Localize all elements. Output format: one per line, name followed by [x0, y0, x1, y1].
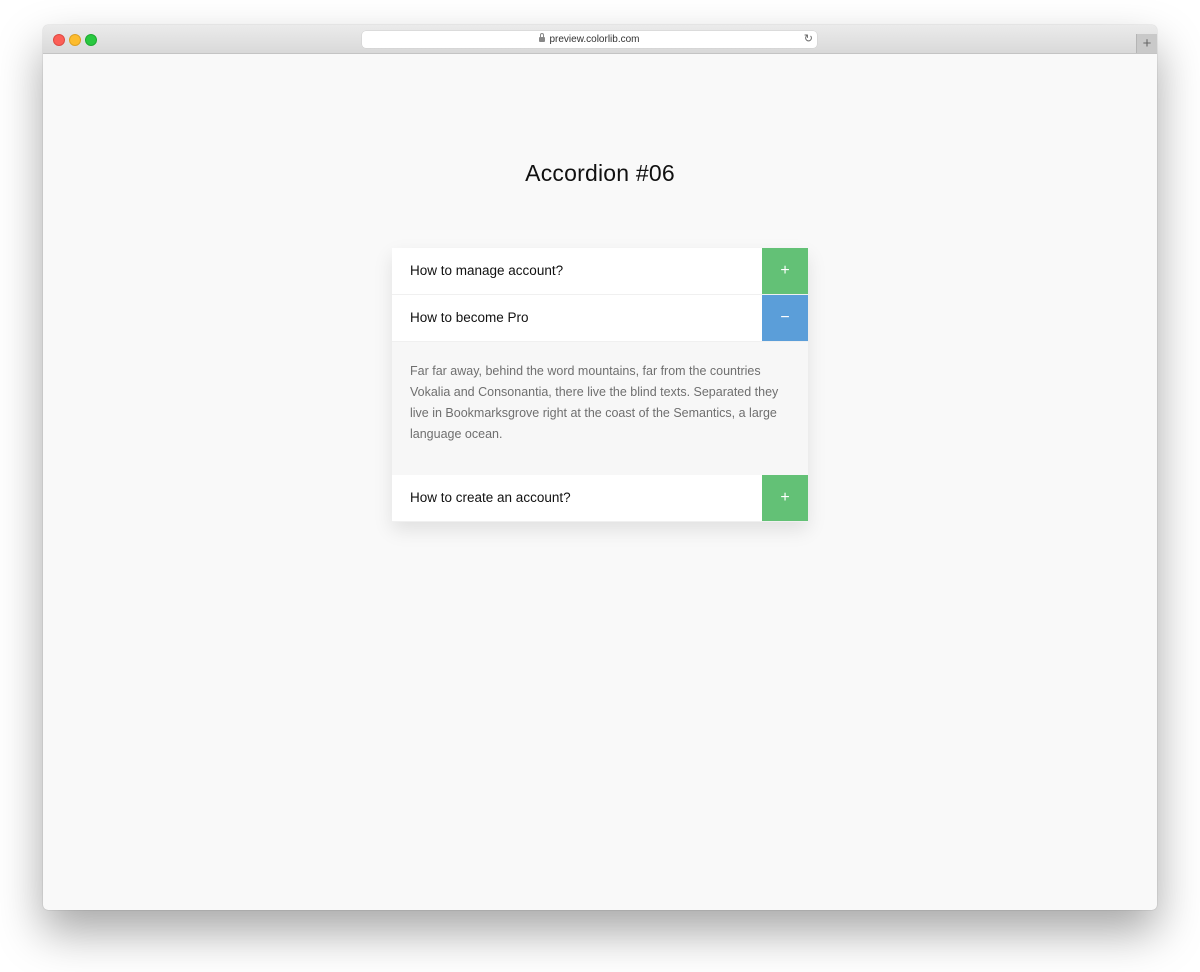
plus-icon[interactable]: + — [762, 248, 808, 294]
accordion-question: How to become Pro — [410, 310, 529, 325]
browser-window: preview.colorlib.com ↻ + Accordion #06 H… — [43, 25, 1157, 910]
page-title: Accordion #06 — [525, 160, 675, 186]
minus-icon[interactable]: − — [762, 295, 808, 341]
accordion-question: How to manage account? — [410, 263, 564, 278]
accordion-item-become-pro[interactable]: How to become Pro − — [392, 295, 808, 342]
minimize-window-button[interactable] — [69, 34, 81, 46]
close-window-button[interactable] — [53, 34, 65, 46]
url-text: preview.colorlib.com — [549, 34, 640, 45]
maximize-window-button[interactable] — [85, 34, 97, 46]
accordion-answer: Far far away, behind the word mountains,… — [392, 342, 808, 475]
lock-icon — [539, 33, 546, 42]
address-bar[interactable]: preview.colorlib.com ↻ — [362, 31, 817, 48]
accordion: How to manage account? + How to become P… — [392, 248, 808, 522]
title-bar: preview.colorlib.com ↻ + — [43, 25, 1157, 54]
accordion-item-manage-account[interactable]: How to manage account? + — [392, 248, 808, 295]
new-tab-button[interactable]: + — [1136, 34, 1157, 53]
accordion-question: How to create an account? — [410, 490, 571, 505]
page-content: Accordion #06 How to manage account? + H… — [43, 54, 1157, 910]
reload-icon[interactable]: ↻ — [804, 31, 813, 48]
accordion-item-create-account[interactable]: How to create an account? + — [392, 475, 808, 522]
plus-icon[interactable]: + — [762, 475, 808, 521]
